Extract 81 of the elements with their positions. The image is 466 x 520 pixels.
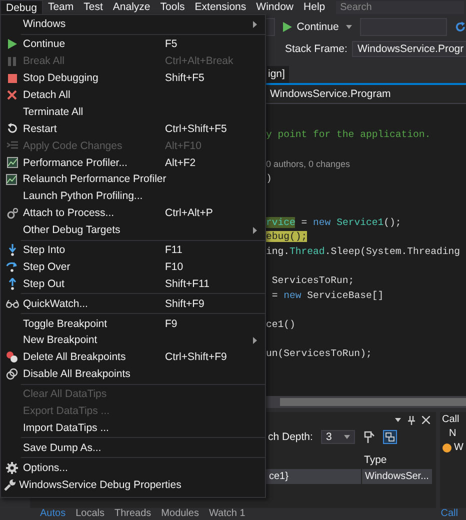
menu-item[interactable]: Save Dump As... — [1, 439, 265, 456]
code-line: = new ServiceBase[] — [270, 288, 384, 303]
column-header[interactable]: N — [449, 428, 456, 439]
chart-icon — [6, 174, 18, 185]
caret-icon — [344, 435, 350, 439]
menu-item[interactable]: Other Debug Targets — [1, 222, 265, 239]
arrow-down-icon — [8, 244, 16, 256]
panel-tab[interactable]: Locals — [76, 508, 104, 520]
play-icon — [8, 39, 16, 50]
code-line: rvice = new Service1(); — [266, 216, 402, 230]
menu-bar-item[interactable]: Tools — [155, 0, 190, 15]
panel-tab[interactable]: Modules — [161, 508, 199, 520]
menu-item[interactable]: Delete All Breakpoints Ctrl+Shift+F9 — [1, 348, 265, 366]
pause-icon — [8, 56, 16, 66]
panel-tab[interactable]: Watch 1 — [208, 508, 246, 520]
column-header[interactable]: Type — [361, 454, 434, 466]
code-line: y point for the application. — [266, 128, 431, 142]
menu-bar-item[interactable]: Help — [298, 0, 330, 15]
menu-item[interactable]: Continue F5 — [1, 36, 265, 53]
menu-item[interactable]: Terminate All — [1, 103, 265, 120]
menu-bar-item[interactable]: Team — [42, 0, 79, 15]
menu-bar-item[interactable]: Debug — [0, 0, 43, 15]
menu-bar-item[interactable]: Extensions — [190, 0, 252, 15]
wrench-icon — [4, 478, 16, 491]
panel-title: Call — [442, 414, 460, 425]
panel-tab[interactable]: Call — [440, 508, 458, 520]
code-line: ) — [266, 172, 272, 186]
chart-icon — [6, 157, 18, 168]
menu-item[interactable]: Stop Debugging Shift+F5 — [1, 70, 265, 87]
search-depth-label: ch Depth: — [268, 431, 313, 443]
menu-item[interactable]: QuickWatch... Shift+F9 — [1, 295, 265, 312]
continue-button[interactable]: Continue — [280, 21, 355, 33]
breakpoints-icon — [6, 351, 18, 364]
menu-bar-item[interactable]: Test — [78, 0, 108, 15]
table-cell: W — [454, 442, 464, 453]
close-icon — [7, 90, 17, 100]
code-line: ServicesToRun; — [270, 274, 354, 288]
code-line: un(ServicesToRun); — [266, 346, 372, 361]
menu-item[interactable]: Restart Ctrl+Shift+F5 — [1, 120, 265, 138]
close-icon[interactable] — [422, 416, 430, 424]
menu-item[interactable]: Attach to Process... Ctrl+Alt+P — [1, 204, 265, 222]
code-line: 0 authors, 0 changes — [266, 158, 350, 172]
menu-item[interactable]: Windows — [1, 16, 265, 33]
menu-item[interactable]: Step Over F10 — [1, 258, 265, 276]
panel-tab[interactable]: Threads — [114, 508, 152, 520]
menu-item[interactable]: Import DataTips ... — [1, 419, 265, 436]
stack-frame-label: Stack Frame: — [285, 43, 348, 55]
glasses-icon — [6, 300, 18, 308]
menu-item[interactable]: Toggle Breakpoint F9 — [1, 315, 265, 332]
arrow-up-icon — [8, 278, 16, 290]
panel-tab[interactable]: Autos — [40, 508, 66, 520]
caret-icon — [346, 25, 352, 29]
code-line: ing.Thread.Sleep(System.Threading — [266, 244, 460, 259]
menu-item[interactable]: Disable All Breakpoints — [1, 366, 265, 383]
menu-item[interactable]: Step Out Shift+F11 — [1, 275, 265, 292]
lines-icon — [6, 140, 18, 151]
refresh-icon[interactable] — [455, 21, 466, 33]
menu-item[interactable]: Detach All — [1, 86, 265, 104]
menu-item[interactable]: Options... — [1, 459, 265, 476]
settings-icon — [6, 462, 18, 474]
depth-dropdown[interactable]: 3 — [320, 430, 355, 444]
stop-icon — [8, 74, 16, 83]
menu-bar-item[interactable]: Analyze — [108, 0, 156, 15]
table-cell: ce1} — [266, 468, 361, 484]
document-tab[interactable]: ign] — [267, 66, 289, 83]
play-icon — [282, 22, 292, 32]
caret-icon[interactable] — [395, 418, 401, 422]
menu-item[interactable]: WindowsService Debug Properties — [1, 476, 265, 494]
rings-icon — [6, 368, 18, 380]
table-cell: WindowsSer... — [362, 468, 432, 484]
restart-icon — [6, 123, 18, 134]
search-field[interactable]: Search — [336, 1, 464, 14]
menu-item[interactable]: Relaunch Performance Profiler — [1, 171, 265, 188]
menu-item[interactable]: Step Into F11 — [1, 242, 265, 258]
stack-frame-dropdown[interactable]: WindowsService.Progr — [352, 41, 466, 57]
menu-item[interactable]: Performance Profiler... Alt+F2 — [1, 154, 265, 172]
menu-item[interactable]: New Breakpoint — [1, 332, 265, 349]
menu-item[interactable]: Launch Python Profiling... — [1, 188, 265, 205]
code-line: ce1() — [266, 318, 296, 332]
curved-arrow-icon — [6, 261, 18, 272]
menu-bar-item[interactable]: Window — [251, 0, 299, 15]
